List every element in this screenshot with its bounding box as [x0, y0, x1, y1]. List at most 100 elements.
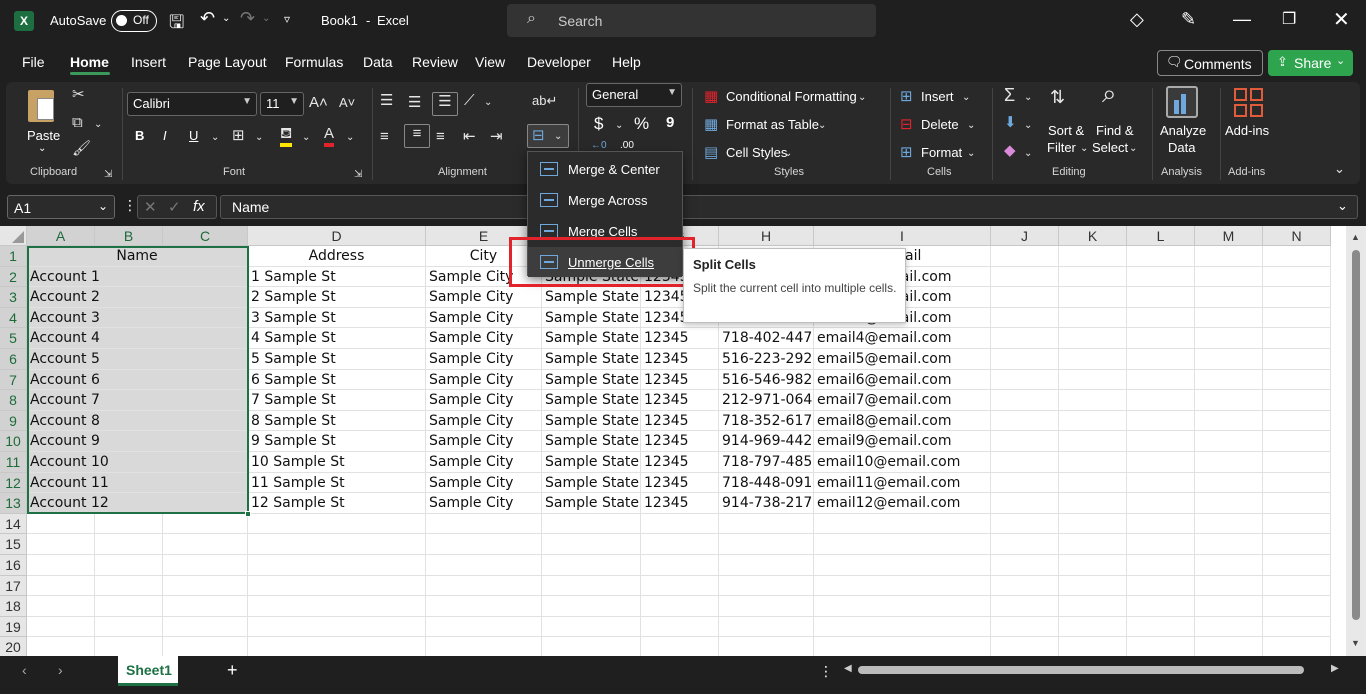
bold-button[interactable]: B [135, 128, 144, 143]
cell-zip[interactable]: 12345 [641, 369, 719, 391]
select-label[interactable]: Select [1092, 140, 1128, 155]
empty-cell[interactable] [1059, 616, 1127, 638]
empty-cell[interactable] [1263, 493, 1331, 514]
tab-developer[interactable]: Developer [527, 54, 591, 70]
empty-cell[interactable] [641, 596, 719, 617]
empty-cell[interactable] [641, 534, 719, 555]
filter-label[interactable]: Filter [1047, 140, 1076, 155]
empty-cell[interactable] [95, 513, 163, 535]
empty-cell[interactable] [1059, 637, 1127, 656]
empty-cell[interactable] [1195, 555, 1263, 576]
row-header-7[interactable]: 7 [0, 369, 27, 391]
empty-cell[interactable] [1127, 555, 1195, 576]
empty-cell[interactable] [1059, 307, 1127, 329]
empty-cell[interactable] [1127, 390, 1195, 411]
empty-cell[interactable] [1059, 390, 1127, 411]
empty-cell[interactable] [991, 410, 1059, 432]
increase-indent-icon[interactable]: ⇥ [490, 128, 503, 146]
empty-cell[interactable] [991, 596, 1059, 617]
horizontal-scrollbar[interactable]: ◀ ▶ [840, 662, 1346, 678]
cell-email[interactable]: email6@email.com [814, 369, 991, 391]
clear-dropdown-icon[interactable]: ⌄ [1024, 145, 1032, 163]
paste-button[interactable]: Paste ⌄ [22, 86, 62, 156]
cell-email[interactable]: email4@email.com [814, 328, 991, 349]
column-header-a[interactable]: A [27, 226, 95, 246]
empty-cell[interactable] [719, 555, 814, 576]
empty-cell[interactable] [719, 637, 814, 656]
tab-data[interactable]: Data [363, 54, 393, 70]
conditional-dropdown-icon[interactable]: ⌄ [858, 89, 866, 107]
currency-button[interactable]: $ [594, 114, 603, 134]
conditional-formatting-button[interactable]: Conditional Formatting [726, 89, 857, 104]
cell-styles-icon[interactable]: ▤ [704, 144, 718, 162]
empty-cell[interactable] [1059, 369, 1127, 391]
font-size-combo[interactable]: 11 ▼ [260, 92, 304, 116]
format-painter-icon[interactable]: 🖌 [72, 140, 91, 158]
cell-phone[interactable]: 718-402-4473 [719, 328, 814, 349]
empty-cell[interactable] [1127, 616, 1195, 638]
empty-cell[interactable] [248, 534, 426, 555]
merge-center-item[interactable]: Merge & Center [528, 154, 682, 184]
clear-icon[interactable]: ◆ [1004, 142, 1016, 160]
search-box[interactable]: ⌕ Search [507, 4, 876, 37]
row-header-13[interactable]: 13 [0, 493, 27, 514]
empty-cell[interactable] [1195, 431, 1263, 452]
tab-review[interactable]: Review [412, 54, 458, 70]
row-header-20[interactable]: 20 [0, 637, 27, 656]
empty-cell[interactable] [1127, 472, 1195, 494]
cell-state[interactable]: Sample State [542, 472, 641, 494]
merge-across-item[interactable]: Merge Across [528, 185, 682, 215]
empty-cell[interactable] [248, 637, 426, 656]
empty-cell[interactable] [641, 616, 719, 638]
cell-state[interactable]: Sample State [542, 452, 641, 473]
empty-cell[interactable] [27, 555, 95, 576]
empty-cell[interactable] [1195, 637, 1263, 656]
empty-cell[interactable] [1263, 390, 1331, 411]
empty-cell[interactable] [1127, 534, 1195, 555]
empty-cell[interactable] [1127, 575, 1195, 597]
empty-cell[interactable] [641, 637, 719, 656]
sort-dropdown-icon[interactable]: ⌄ [1080, 140, 1088, 158]
tab-home[interactable]: Home [70, 54, 109, 70]
empty-cell[interactable] [991, 616, 1059, 638]
empty-cell[interactable] [163, 513, 248, 535]
empty-cell[interactable] [1263, 534, 1331, 555]
empty-cell[interactable] [248, 513, 426, 535]
row-header-10[interactable]: 10 [0, 431, 27, 452]
number-format-combo[interactable]: General ▼ [586, 83, 682, 107]
empty-cell[interactable] [1263, 555, 1331, 576]
cell-address[interactable]: 9 Sample St [248, 431, 426, 452]
empty-cell[interactable] [95, 534, 163, 555]
column-header-l[interactable]: L [1127, 226, 1195, 246]
cell-city[interactable]: Sample City [426, 287, 542, 308]
comma-button[interactable]: 9 [666, 114, 674, 131]
empty-cell[interactable] [1263, 266, 1331, 288]
empty-cell[interactable] [991, 390, 1059, 411]
empty-cell[interactable] [248, 575, 426, 597]
empty-cell[interactable] [95, 575, 163, 597]
cell-address[interactable]: 7 Sample St [248, 390, 426, 411]
format-cells-icon[interactable]: ⊞ [900, 144, 913, 162]
empty-cell[interactable] [27, 596, 95, 617]
column-header-k[interactable]: K [1059, 226, 1127, 246]
cell-phone[interactable]: 914-969-4422 [719, 431, 814, 452]
row-header-17[interactable]: 17 [0, 575, 27, 597]
cell-city[interactable]: Sample City [426, 493, 542, 514]
empty-cell[interactable] [1263, 452, 1331, 473]
conditional-formatting-icon[interactable]: ▦ [704, 88, 718, 106]
empty-cell[interactable] [1263, 410, 1331, 432]
empty-cell[interactable] [1195, 452, 1263, 473]
row-header-12[interactable]: 12 [0, 472, 27, 494]
copy-icon[interactable]: ⧉ [72, 114, 83, 132]
currency-dropdown-icon[interactable]: ⌄ [615, 117, 623, 135]
cell-zip[interactable]: 12345 [641, 452, 719, 473]
cell-city[interactable]: Sample City [426, 410, 542, 432]
empty-cell[interactable] [1059, 410, 1127, 432]
cell-phone[interactable]: 718-797-4851 [719, 452, 814, 473]
cell-zip[interactable]: 12345 [641, 493, 719, 514]
autosum-dropdown-icon[interactable]: ⌄ [1024, 89, 1032, 107]
minimize-icon[interactable]: — [1233, 9, 1251, 30]
empty-cell[interactable] [1263, 513, 1331, 535]
font-name-combo[interactable]: Calibri ▼ [127, 92, 257, 116]
cell-phone[interactable]: 914-738-2173 [719, 493, 814, 514]
